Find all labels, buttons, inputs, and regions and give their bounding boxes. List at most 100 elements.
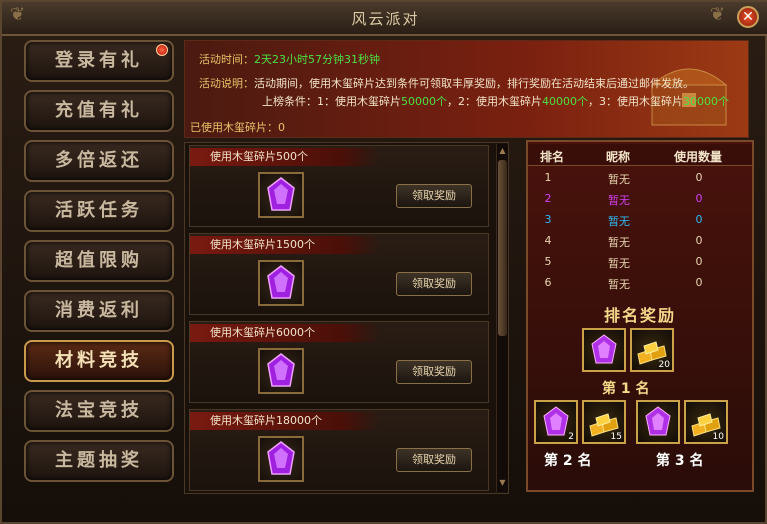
reward-card: 使用木玺碎片6000个 领取奖励 <box>189 321 489 403</box>
amount-col-header: 使用数量 <box>674 150 723 164</box>
title-bar: ❦ 风云派对 ❦ ✕ <box>2 2 767 36</box>
sidebar-item-label: 法宝竞技 <box>55 400 143 421</box>
item-qty: 2 <box>568 432 574 442</box>
amount-cell: 0 <box>695 276 703 289</box>
sidebar-item-label: 超值限购 <box>55 250 143 271</box>
rank-reward-slot[interactable] <box>636 400 680 444</box>
sidebar-item-6[interactable]: 材料竞技 <box>24 340 174 382</box>
name-cell: 暂无 <box>608 173 630 186</box>
close-button[interactable]: ✕ <box>737 6 759 28</box>
countdown-value: 2天23小时57分钟31秒钟 <box>254 53 380 66</box>
amount-cell: 0 <box>695 255 703 268</box>
ranking-row: 2 暂无 0 <box>528 189 752 210</box>
reward-condition: 使用木玺碎片1500个 <box>190 236 380 254</box>
sidebar-item-4[interactable]: 超值限购 <box>24 240 174 282</box>
amount-cell: 0 <box>695 213 703 226</box>
notification-dot-icon <box>156 44 168 56</box>
reward-card: 使用木玺碎片500个 领取奖励 <box>189 145 489 227</box>
reward-card: 使用木玺碎片18000个 领取奖励 <box>189 409 489 491</box>
time-label: 活动时间： <box>199 53 254 66</box>
purple-gem-icon <box>591 334 617 364</box>
amount-cell: 0 <box>695 234 703 247</box>
right-ornament-icon: ❦ <box>709 4 725 25</box>
purple-gem-icon <box>645 406 671 436</box>
cond-mid-2: ，3：使用木玺碎片 <box>588 95 683 108</box>
sidebar-item-label: 材料竞技 <box>55 350 143 371</box>
rank-reward-title: 排名奖励 <box>603 306 676 325</box>
reward-list-scrollbar[interactable]: ▲ ▼ <box>496 144 508 492</box>
purple-gem-icon <box>267 441 295 475</box>
name-cell: 暂无 <box>608 278 630 291</box>
name-cell: 暂无 <box>608 215 630 228</box>
purple-gem-icon <box>267 353 295 387</box>
rank-reward-slot[interactable]: 20 <box>630 328 674 372</box>
sidebar-item-1[interactable]: 充值有礼 <box>24 90 174 132</box>
reward-item-slot[interactable] <box>258 436 304 482</box>
rank-reward-slot[interactable]: 10 <box>684 400 728 444</box>
reward-item-slot[interactable] <box>258 348 304 394</box>
cond-prefix: 上榜条件：1：使用木玺碎片 <box>262 95 401 108</box>
ranking-header: 排名 昵称 使用数量 <box>528 144 752 166</box>
sidebar-item-label: 充值有礼 <box>55 100 143 121</box>
item-qty: 10 <box>712 432 724 442</box>
sidebar-item-label: 活跃任务 <box>55 200 143 221</box>
ranking-row: 3 暂无 0 <box>528 210 752 231</box>
reward-list[interactable]: 使用木玺碎片500个 领取奖励 使用木玺碎片1500个 领取奖励 使用木玺碎片6000个… <box>184 142 509 494</box>
ranking-row: 6 暂无 0 <box>528 273 752 294</box>
item-qty: 15 <box>610 432 622 442</box>
rank-cell: 6 <box>544 276 552 289</box>
sidebar-item-label: 多倍返还 <box>55 150 143 171</box>
reward-item-slot[interactable] <box>258 172 304 218</box>
rank-cell: 5 <box>544 255 552 268</box>
rank-second-label: 第 2 名 <box>544 453 592 469</box>
sidebar-item-label: 消费返利 <box>55 300 143 321</box>
ranking-panel: 排名 昵称 使用数量 1 暂无 0 2 暂无 0 3 暂无 0 4 暂无 0 5 暂无 0 6 暂无 0 排名奖励… <box>526 140 754 492</box>
event-window: ❦ 风云派对 ❦ ✕ 登录有礼充值有礼多倍返还活跃任务超值限购消费返利材料竞技法… <box>0 0 767 524</box>
claim-reward-button[interactable]: 领取奖励 <box>396 360 472 384</box>
rank-third-label: 第 3 名 <box>656 453 704 469</box>
name-cell: 暂无 <box>608 257 630 270</box>
scroll-thumb[interactable] <box>498 160 507 336</box>
reward-condition: 使用木玺碎片500个 <box>190 148 380 166</box>
cond-1: 50000个 <box>401 95 447 108</box>
sidebar-item-label: 登录有礼 <box>55 50 143 71</box>
ranking-row: 1 暂无 0 <box>528 168 752 189</box>
reward-item-slot[interactable] <box>258 260 304 306</box>
window-title: 风云派对 <box>351 10 420 28</box>
rank-reward-slot[interactable]: 15 <box>582 400 626 444</box>
sidebar-item-8[interactable]: 主题抽奖 <box>24 440 174 482</box>
ranking-row: 4 暂无 0 <box>528 231 752 252</box>
scroll-down-icon[interactable]: ▼ <box>498 478 507 490</box>
rank-cell: 1 <box>544 171 552 184</box>
rank-cell: 2 <box>544 192 552 205</box>
rank-reward-slot[interactable] <box>582 328 626 372</box>
sidebar-item-0[interactable]: 登录有礼 <box>24 40 174 82</box>
scroll-up-icon[interactable]: ▲ <box>498 146 507 158</box>
ranking-row: 5 暂无 0 <box>528 252 752 273</box>
rank-cell: 4 <box>544 234 552 247</box>
purple-gem-icon <box>267 177 295 211</box>
reward-condition: 使用木玺碎片18000个 <box>190 412 380 430</box>
claim-reward-button[interactable]: 领取奖励 <box>396 272 472 296</box>
claim-reward-button[interactable]: 领取奖励 <box>396 184 472 208</box>
rank-reward-slot[interactable]: 2 <box>534 400 578 444</box>
cond-2: 40000个 <box>542 95 588 108</box>
sidebar-item-label: 主题抽奖 <box>55 450 143 471</box>
cond-3: 30000个 <box>683 95 729 108</box>
rank-first-label: 第 1 名 <box>602 381 650 397</box>
sidebar-item-7[interactable]: 法宝竞技 <box>24 390 174 432</box>
claim-reward-button[interactable]: 领取奖励 <box>396 448 472 472</box>
desc-label: 活动说明： <box>199 77 254 90</box>
reward-card: 使用木玺碎片1500个 领取奖励 <box>189 233 489 315</box>
desc-text: 活动期间，使用木玺碎片达到条件可领取丰厚奖励，排行奖励在活动结束后通过邮件发放。 <box>254 77 694 90</box>
name-cell: 暂无 <box>608 236 630 249</box>
used-count: 已使用木玺碎片：0 <box>190 121 285 134</box>
amount-cell: 0 <box>695 192 703 205</box>
rank-cell: 3 <box>544 213 552 226</box>
sidebar: 登录有礼充值有礼多倍返还活跃任务超值限购消费返利材料竞技法宝竞技主题抽奖 <box>16 38 182 520</box>
sidebar-item-3[interactable]: 活跃任务 <box>24 190 174 232</box>
sidebar-item-5[interactable]: 消费返利 <box>24 290 174 332</box>
purple-gem-icon <box>267 265 295 299</box>
sidebar-item-2[interactable]: 多倍返还 <box>24 140 174 182</box>
amount-cell: 0 <box>695 171 703 184</box>
